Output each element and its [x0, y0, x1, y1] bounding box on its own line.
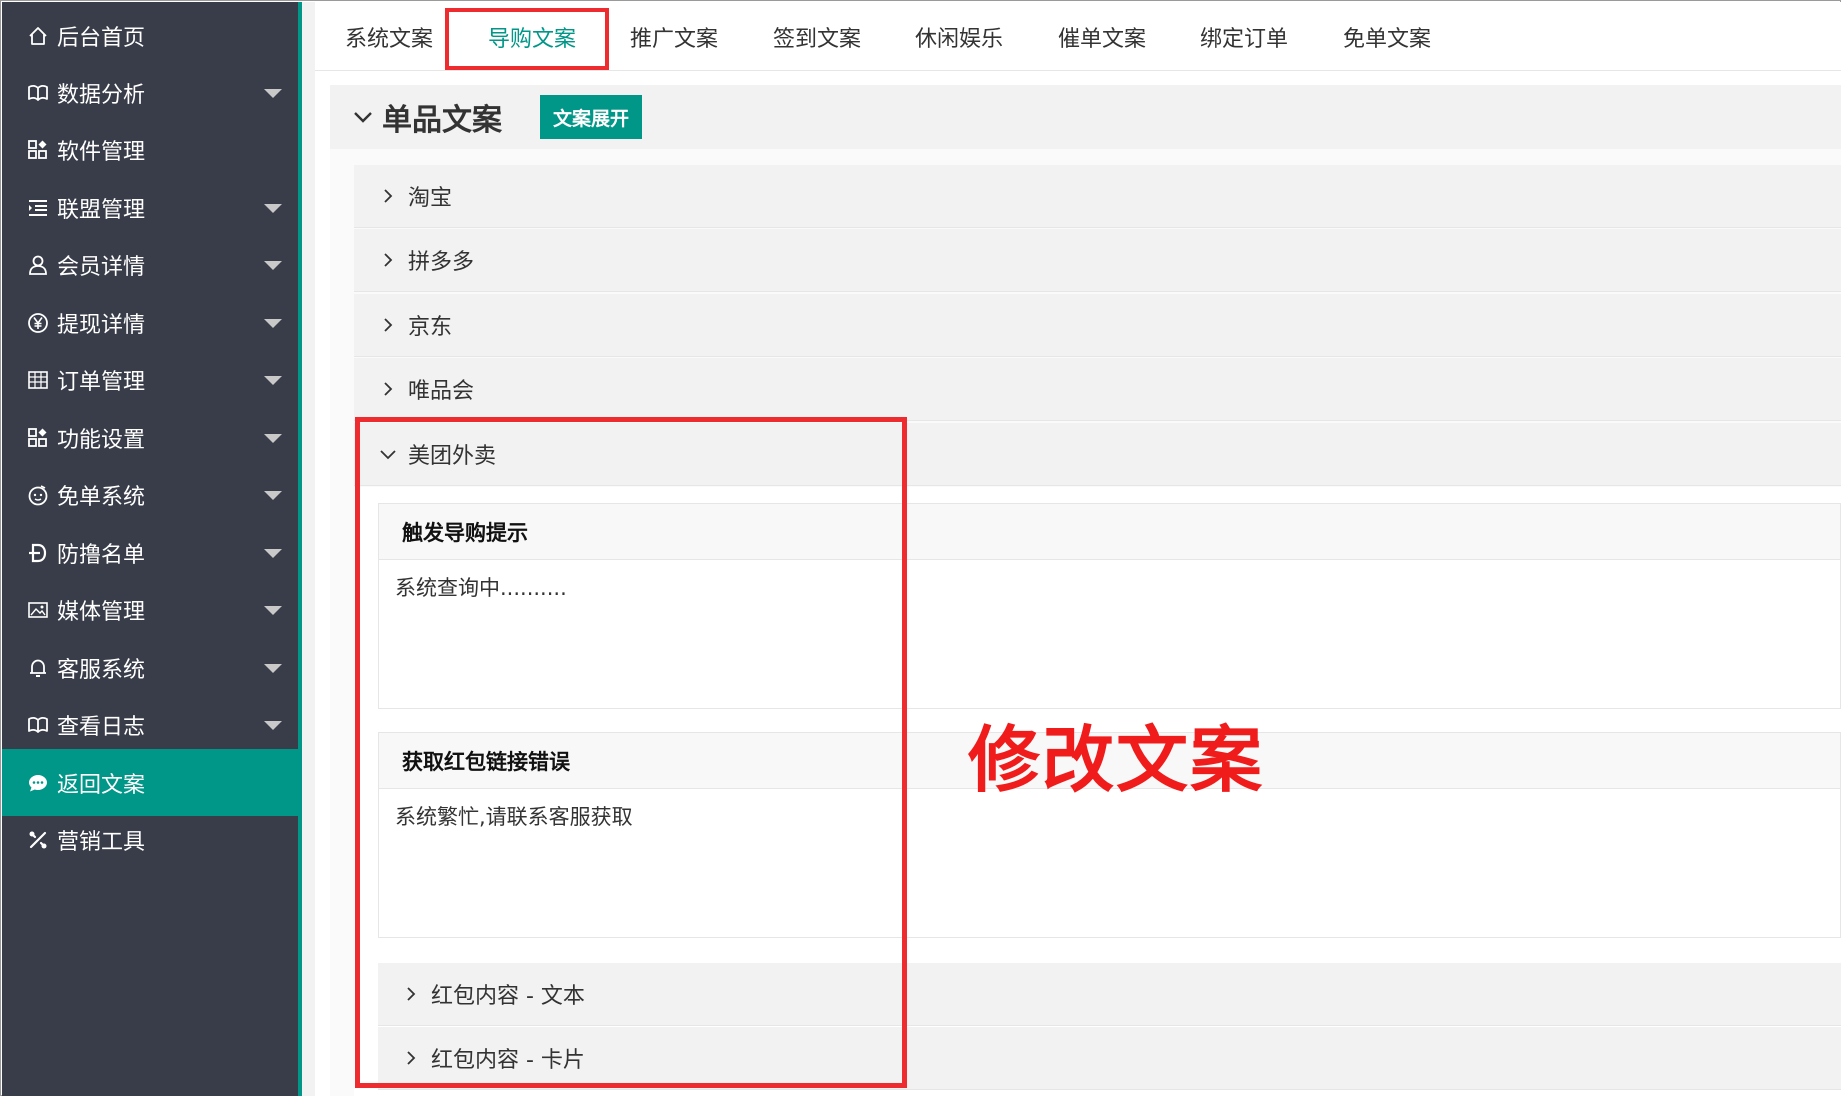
sub-collapse-label: 红包内容 - 文本 [431, 984, 585, 1009]
sidebar-item-label: 提现详情 [57, 312, 146, 338]
chevron-right-icon [384, 382, 393, 396]
sidebar-item-label: 订单管理 [57, 369, 146, 395]
sidebar-item-software[interactable]: 软件管理 [2, 116, 298, 183]
sub-collapse-redpacket-card[interactable]: 红包内容 - 卡片 [378, 1027, 1841, 1090]
sub-collapse-label: 红包内容 - 卡片 [431, 1048, 585, 1073]
sidebar-item-label: 数据分析 [57, 82, 146, 108]
expand-copy-button[interactable]: 文案展开 [540, 95, 642, 139]
caret-down-icon [264, 204, 282, 213]
content-gutter [302, 2, 315, 1096]
collapse-item-jd[interactable]: 京东 [354, 294, 1841, 357]
d-strike-icon [27, 542, 49, 564]
caret-down-icon [264, 664, 282, 673]
book-icon [27, 714, 49, 736]
sidebar-item-marketing[interactable]: 营销工具 [2, 806, 298, 873]
sidebar-item-label: 营销工具 [57, 829, 146, 855]
sidebar-item-logs[interactable]: 查看日志 [2, 691, 298, 758]
sidebar: 后台首页 数据分析 软件管理 联盟管理 会员详情 提现详情 订单管理 功能设置 … [2, 2, 298, 1096]
sidebar-item-label: 客服系统 [57, 657, 146, 683]
sidebar-item-label: 功能设置 [57, 427, 146, 453]
section-title: 单品文案 [382, 103, 502, 138]
image-icon [27, 599, 49, 621]
sidebar-item-orders[interactable]: 订单管理 [2, 346, 298, 413]
tab-highlight-box [445, 8, 609, 70]
caret-down-icon [264, 261, 282, 270]
bell-icon [27, 657, 49, 679]
grid-icon [27, 369, 49, 391]
chat-icon [27, 772, 49, 794]
sidebar-item-members[interactable]: 会员详情 [2, 231, 298, 298]
section-header[interactable]: 单品文案 文案展开 [330, 85, 1841, 149]
tools-icon [27, 829, 49, 851]
caret-down-icon [264, 376, 282, 385]
sidebar-item-label: 联盟管理 [57, 197, 146, 223]
caret-down-icon [264, 721, 282, 730]
book-icon [27, 82, 49, 104]
sidebar-item-media[interactable]: 媒体管理 [2, 576, 298, 643]
sidebar-item-label: 查看日志 [57, 714, 146, 740]
sidebar-item-label: 会员详情 [57, 254, 146, 280]
list-indent-icon [27, 197, 49, 219]
sidebar-item-label: 免单系统 [57, 484, 146, 510]
collapse-item-vipshop[interactable]: 唯品会 [354, 358, 1841, 421]
caret-down-icon [264, 89, 282, 98]
user-icon [27, 254, 49, 276]
app-frame: 后台首页 数据分析 软件管理 联盟管理 会员详情 提现详情 订单管理 功能设置 … [0, 0, 1841, 1096]
collapse-item-taobao[interactable]: 淘宝 [354, 165, 1841, 228]
caret-down-icon [264, 434, 282, 443]
caret-down-icon [264, 549, 282, 558]
tab-system-copy[interactable]: 系统文案 [345, 2, 433, 71]
home-icon [27, 25, 49, 47]
sidebar-item-free-order[interactable]: 免单系统 [2, 461, 298, 528]
tab-promotion-copy[interactable]: 推广文案 [630, 2, 718, 71]
chevron-down-icon [354, 112, 372, 123]
chevron-right-icon [407, 1051, 416, 1065]
collapse-item-label: 美团外卖 [408, 444, 497, 469]
collapse-item-label: 唯品会 [408, 379, 475, 404]
chevron-right-icon [384, 189, 393, 203]
sidebar-item-label: 媒体管理 [57, 599, 146, 625]
collapse-item-label: 拼多多 [408, 250, 475, 275]
sidebar-item-label: 后台首页 [57, 25, 146, 51]
collapse-item-label: 京东 [408, 315, 453, 340]
collapse-item-meituan[interactable]: 美团外卖 [354, 423, 1841, 486]
chevron-right-icon [407, 987, 416, 1001]
collapse-item-label: 淘宝 [408, 186, 453, 211]
tab-free-order-copy[interactable]: 免单文案 [1343, 2, 1431, 71]
apps-icon [27, 427, 49, 449]
copy-card-trigger-hint: 触发导购提示 系统查询中.......... [378, 503, 1841, 709]
chevron-right-icon [384, 253, 393, 267]
link-error-textarea[interactable]: 系统繁忙,请联系客服获取 [379, 789, 1840, 937]
yen-icon [27, 312, 49, 334]
caret-down-icon [264, 319, 282, 328]
caret-down-icon [264, 491, 282, 500]
apps-icon [27, 139, 49, 161]
tab-leisure[interactable]: 休闲娱乐 [915, 2, 1003, 71]
annotation-text: 修改文案 [968, 718, 1265, 802]
chevron-down-icon [380, 450, 396, 460]
trigger-hint-textarea[interactable]: 系统查询中.......... [379, 560, 1840, 708]
collapse-item-pinduoduo[interactable]: 拼多多 [354, 229, 1841, 292]
sub-collapse-redpacket-text[interactable]: 红包内容 - 文本 [378, 963, 1841, 1026]
tab-bind-order[interactable]: 绑定订单 [1200, 2, 1288, 71]
tab-checkin-copy[interactable]: 签到文案 [773, 2, 861, 71]
sidebar-item-label: 软件管理 [57, 139, 146, 165]
card-heading: 触发导购提示 [379, 504, 1840, 560]
sidebar-item-label: 返回文案 [57, 772, 146, 798]
caret-down-icon [264, 606, 282, 615]
face-icon [27, 484, 49, 506]
sidebar-item-label: 防撸名单 [57, 542, 146, 568]
chevron-right-icon [384, 318, 393, 332]
tab-reminder-copy[interactable]: 催单文案 [1058, 2, 1146, 71]
